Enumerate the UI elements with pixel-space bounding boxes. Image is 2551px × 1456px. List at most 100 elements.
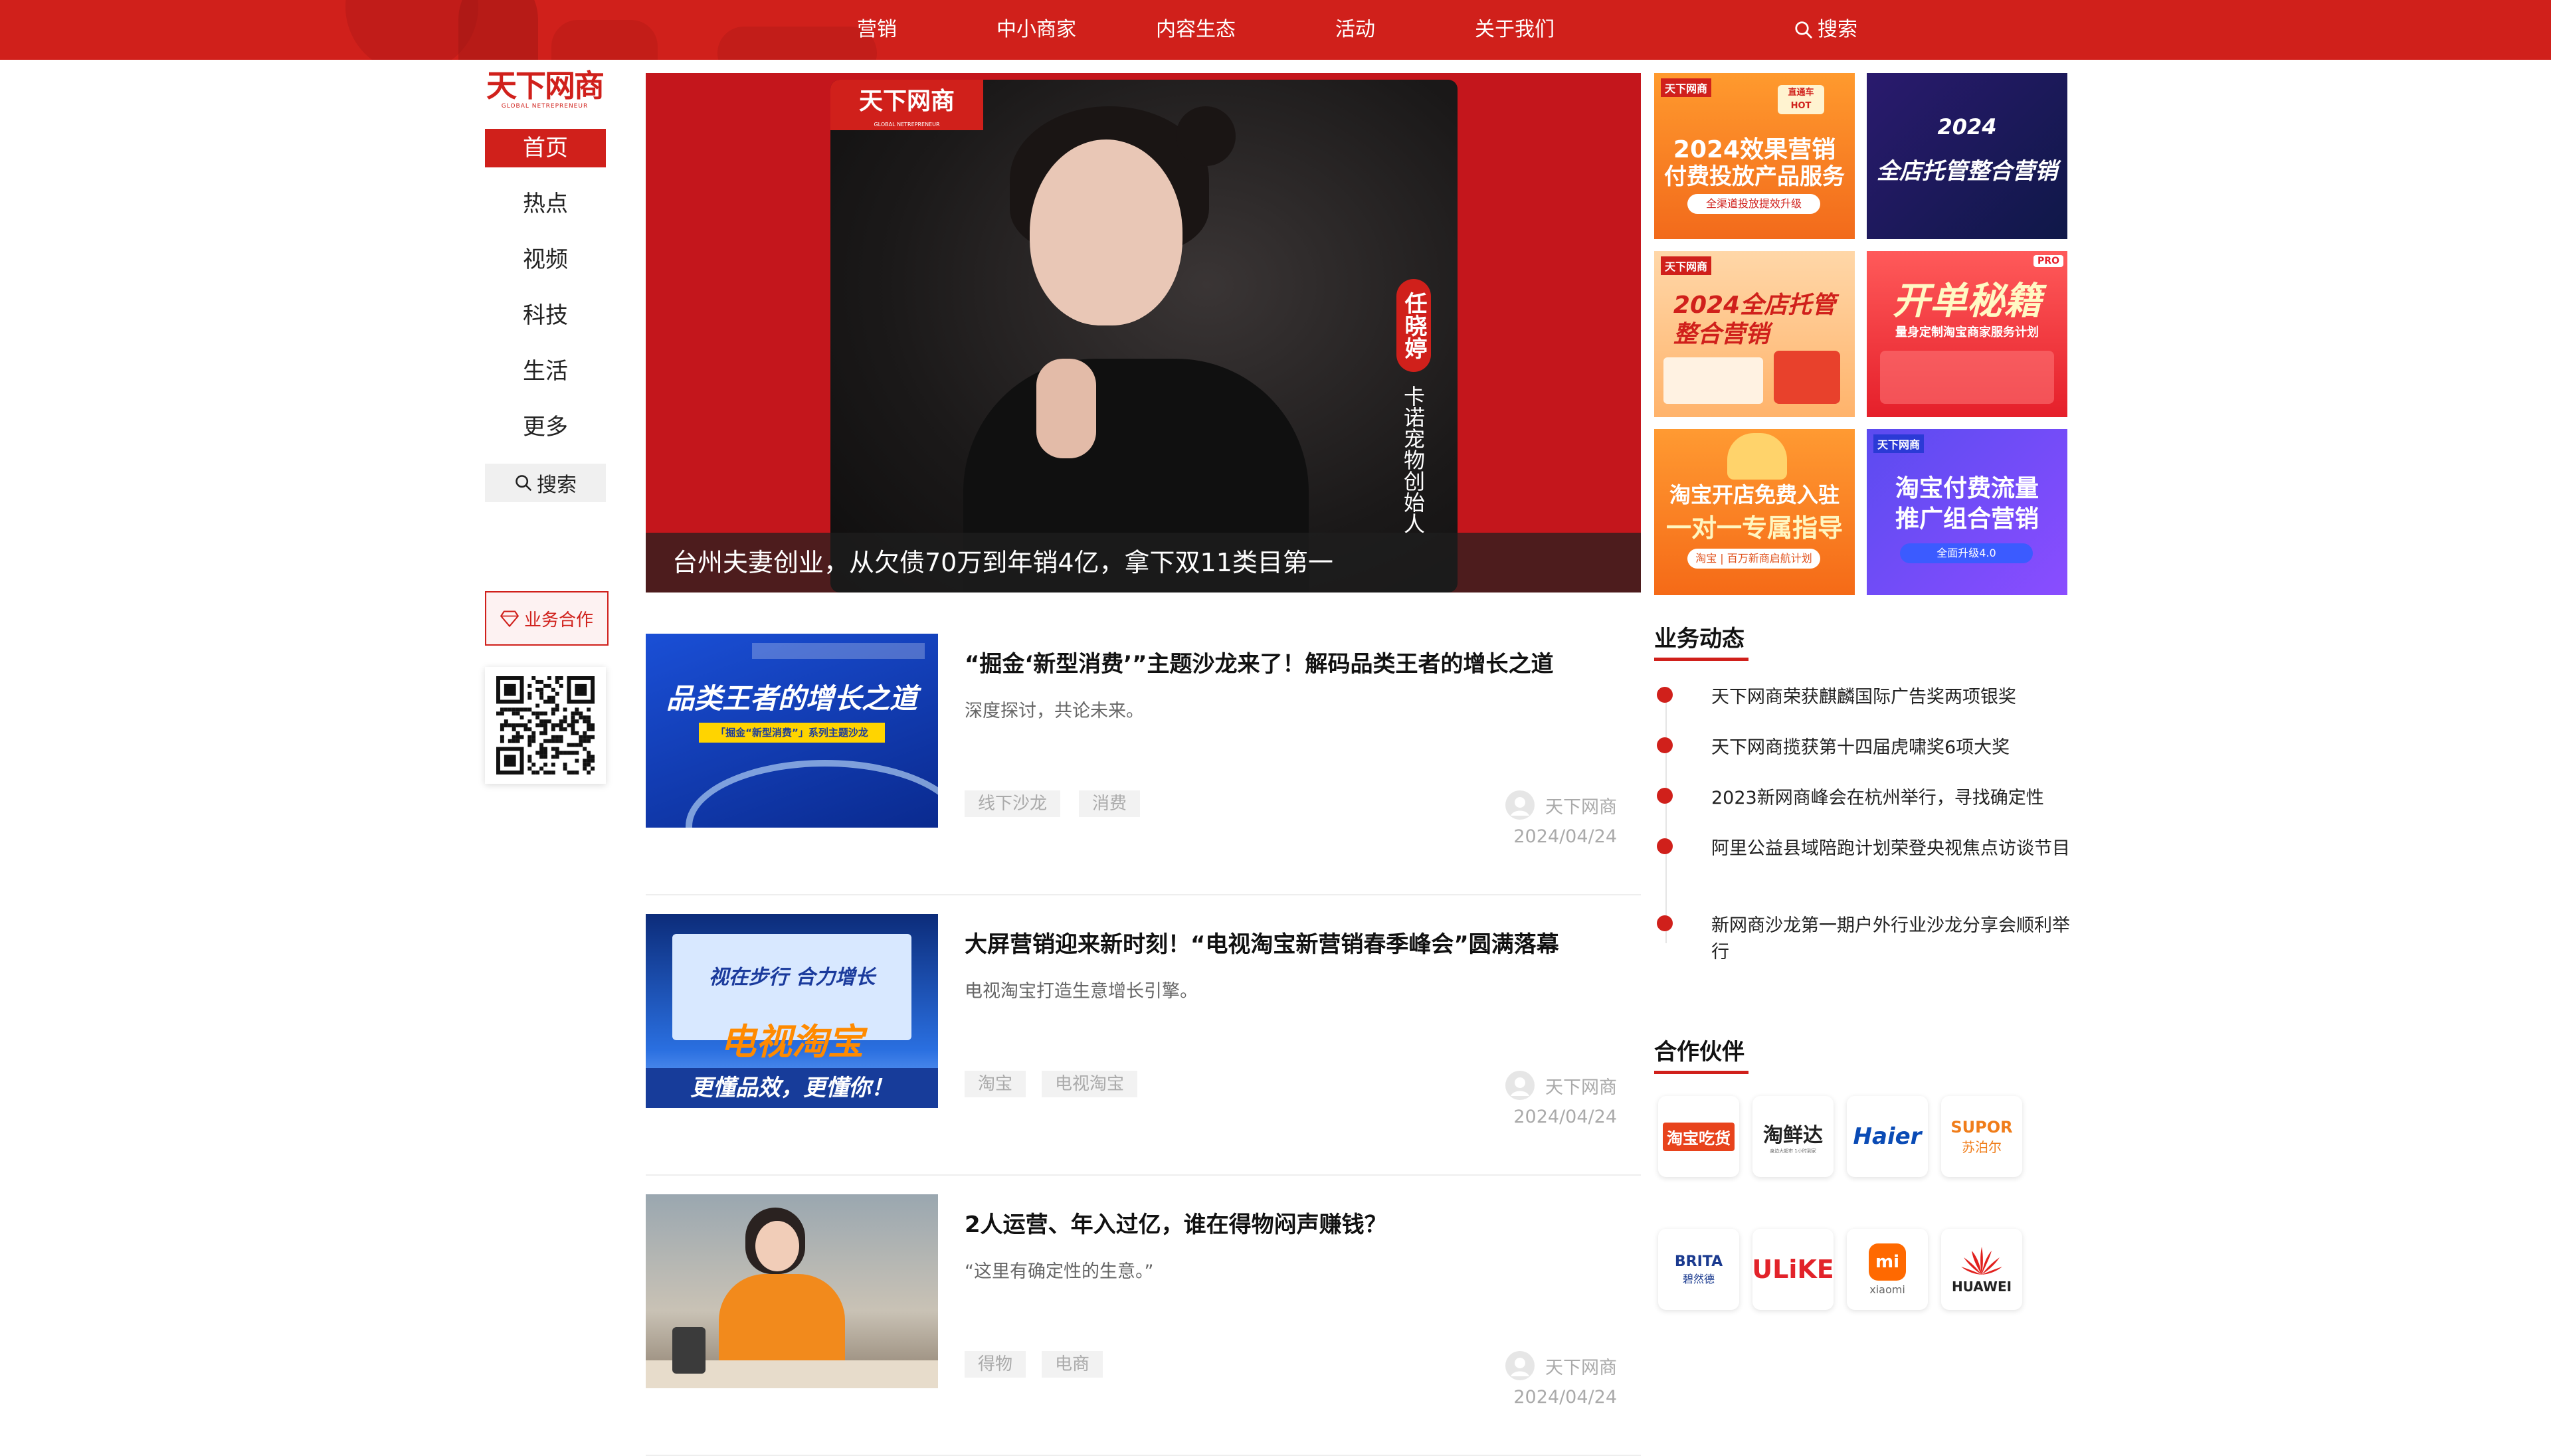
- partner-logo-xiaomi[interactable]: mi xiaomi: [1847, 1229, 1928, 1310]
- partner-logo-ulike[interactable]: ULiKE: [1752, 1229, 1834, 1310]
- article-title[interactable]: 2人运营、年入过亿，谁在得物闷声赚钱？: [965, 1206, 1387, 1239]
- ad-title-line2: 推广组合营销: [1895, 505, 2039, 533]
- ad-title-line1: 全店托管整合营销: [1877, 158, 2057, 185]
- hero-brand-logo-sub: GLOBAL NETREPRENEUR: [874, 122, 940, 128]
- news-item-text: 天下网商揽获第十四届虎啸奖6项大奖: [1711, 737, 2010, 758]
- hero-photo-hand: [1036, 359, 1096, 458]
- ad-banner-full-store-hosting[interactable]: 天下网商 2024全店托管 整合营销: [1654, 251, 1855, 417]
- partner-logo-taoxianda[interactable]: 淘鲜达 身边大超市 1小时到家: [1752, 1096, 1834, 1177]
- article-title[interactable]: 大屏营销迎来新时刻！“电视淘宝新营销春季峰会”圆满落幕: [965, 926, 1559, 958]
- nav-item-content[interactable]: 内容生态: [1129, 0, 1262, 60]
- thumbnail-cup: [672, 1327, 706, 1374]
- ad-banner-taobao-paid-traffic[interactable]: 天下网商 淘宝付费流量 推广组合营销 全面升级4.0: [1867, 429, 2067, 595]
- ad-banner-full-hosting[interactable]: 2024 全店托管整合营销: [1867, 73, 2067, 239]
- diamond-icon: [500, 610, 519, 627]
- news-timeline: [1665, 691, 1667, 943]
- article-card: 品类王者的增长之道 「掘金“新型消费”」系列主题沙龙 “掘金‘新型消费’”主题沙…: [646, 634, 1641, 895]
- thumbnail-subheadline: 「掘金“新型消费”」系列主题沙龙: [699, 723, 885, 743]
- thumbnail-top-text: 视在步行 合力增长: [708, 966, 876, 989]
- qr-code: [485, 667, 606, 784]
- sidebar-item-video[interactable]: 视频: [485, 240, 606, 279]
- ad-pro-badge: PRO: [2033, 255, 2063, 267]
- article-tag[interactable]: 淘宝: [965, 1071, 1026, 1097]
- timeline-dot: [1657, 838, 1673, 854]
- partner-name: ULiKE: [1752, 1255, 1834, 1284]
- hero-banner[interactable]: 天下网商 GLOBAL NETREPRENEUR 任晓婷 卡诺宠物创始人 台州夫妻…: [646, 73, 1641, 592]
- partner-name: SUPOR: [1950, 1117, 2013, 1137]
- ad-year: 2024: [1937, 114, 1997, 139]
- article-tag[interactable]: 得物: [965, 1351, 1026, 1378]
- ad-brand-label: 天下网商: [1873, 434, 1925, 453]
- thumbnail-subheadline: 更懂品效，更懂你！: [646, 1068, 938, 1108]
- sidebar-item-life[interactable]: 生活: [485, 352, 606, 391]
- header-decoration: [458, 0, 538, 60]
- nav-search-label: 搜索: [1818, 18, 1857, 41]
- nav-item-about[interactable]: 关于我们: [1448, 0, 1581, 60]
- partner-name: 淘鲜达: [1763, 1124, 1823, 1147]
- partner-name: BRITA: [1674, 1253, 1723, 1270]
- news-item-text: 2023新网商峰会在杭州举行，寻找确定性: [1711, 788, 2044, 808]
- nav-item-smb[interactable]: 中小商家: [970, 0, 1103, 60]
- ad-title-line1: 淘宝开店免费入驻: [1669, 482, 1840, 507]
- article-thumbnail[interactable]: 品类王者的增长之道 「掘金“新型消费”」系列主题沙龙: [646, 634, 938, 828]
- partner-logo-haier[interactable]: Haier: [1847, 1096, 1928, 1177]
- news-item-text: 新网商沙龙第一期户外行业沙龙分享会顺利举行: [1711, 915, 2070, 962]
- sidebar-item-more[interactable]: 更多: [485, 408, 606, 446]
- hero-caption[interactable]: 台州夫妻创业，从欠债70万到年销4亿，拿下双11类目第一: [646, 533, 1641, 592]
- ad-title-line1: 淘宝付费流量: [1895, 475, 2039, 502]
- sidebar-item-tech[interactable]: 科技: [485, 296, 606, 335]
- article-date: 2024/04/24: [1513, 1387, 1617, 1408]
- search-icon: [1795, 21, 1812, 39]
- news-item-text: 天下网商荣获麒麟国际广告奖两项银奖: [1711, 687, 2016, 707]
- business-cooperation-label: 业务合作: [523, 610, 593, 630]
- ad-title-line2: 整合营销: [1673, 321, 1769, 348]
- ad-banner-order-secrets[interactable]: PRO 开单秘籍 量身定制淘宝商家服务计划: [1867, 251, 2067, 417]
- ad-illustration: [1774, 351, 1840, 404]
- timeline-dot: [1657, 788, 1673, 804]
- ad-illustration: [1727, 433, 1787, 480]
- partners-title: 合作伙伴: [1654, 1039, 1745, 1065]
- ad-hot-badge: 直通车 HOT: [1778, 85, 1824, 114]
- section-underline: [1654, 658, 1748, 661]
- site-logo[interactable]: 天下网商 GLOBAL NETREPRENEUR: [485, 69, 605, 112]
- author-name: 天下网商: [1545, 796, 1617, 818]
- ad-brand-label: 天下网商: [1661, 78, 1712, 97]
- article-tag[interactable]: 线下沙龙: [965, 790, 1061, 817]
- partner-logo-brita[interactable]: BRITA 碧然德: [1658, 1229, 1739, 1310]
- timeline-dot: [1657, 915, 1673, 931]
- article-description: “这里有确定性的生意。”: [965, 1261, 1154, 1282]
- avatar-icon: [1505, 1351, 1535, 1380]
- thumbnail-person-face: [755, 1221, 799, 1271]
- business-cooperation-button[interactable]: 业务合作: [485, 591, 609, 646]
- nav-item-events[interactable]: 活动: [1289, 0, 1422, 60]
- article-date: 2024/04/24: [1513, 1107, 1617, 1127]
- article-tag[interactable]: 消费: [1079, 790, 1141, 817]
- sidebar-search-label: 搜索: [537, 474, 577, 497]
- partner-logo-taobao-chihuo[interactable]: 淘宝吃货: [1658, 1096, 1739, 1177]
- article-card: 2人运营、年入过亿，谁在得物闷声赚钱？ “这里有确定性的生意。” 得物 电商 天…: [646, 1194, 1641, 1456]
- ad-banner-taobao-free-join[interactable]: 淘宝开店免费入驻 一对一专属指导 淘宝 | 百万新商启航计划: [1654, 429, 1855, 595]
- partner-logo-supor[interactable]: SUPOR 苏泊尔: [1941, 1096, 2022, 1177]
- qr-code-image: [496, 676, 595, 774]
- logo-text: 天下网商: [486, 68, 605, 104]
- partner-subname: 身边大超市 1小时到家: [1770, 1148, 1816, 1154]
- news-item-text: 阿里公益县域陪跑计划荣登央视焦点访谈节目: [1711, 838, 2070, 859]
- nav-search-button[interactable]: 搜索: [1794, 0, 1857, 60]
- search-icon: [516, 475, 531, 491]
- thumbnail-headline: 电视淘宝: [720, 1021, 864, 1063]
- article-thumbnail[interactable]: [646, 1194, 938, 1388]
- thumbnail-decoration: [686, 760, 938, 828]
- article-tag[interactable]: 电商: [1042, 1351, 1103, 1378]
- article-tag[interactable]: 电视淘宝: [1042, 1071, 1138, 1097]
- sidebar-item-hot[interactable]: 热点: [485, 185, 606, 223]
- ad-title-line2: 一对一专属指导: [1665, 513, 1843, 543]
- nav-item-marketing[interactable]: 营销: [810, 0, 943, 60]
- article-thumbnail[interactable]: 视在步行 合力增长 电视淘宝 更懂品效，更懂你！: [646, 914, 938, 1108]
- top-nav-bar: 营销 中小商家 内容生态 活动 关于我们 搜索: [0, 0, 2551, 60]
- sidebar-search-button[interactable]: 搜索: [485, 464, 606, 502]
- partner-name: HUAWEI: [1951, 1279, 2012, 1295]
- article-title[interactable]: “掘金‘新型消费’”主题沙龙来了！解码品类王者的增长之道: [965, 646, 1554, 678]
- partner-logo-huawei[interactable]: HUAWEI: [1941, 1229, 2022, 1310]
- ad-banner-effect-marketing[interactable]: 天下网商 直通车 HOT 2024效果营销 付费投放产品服务 全渠道投放提效升级: [1654, 73, 1855, 239]
- sidebar-item-home[interactable]: 首页: [485, 129, 606, 167]
